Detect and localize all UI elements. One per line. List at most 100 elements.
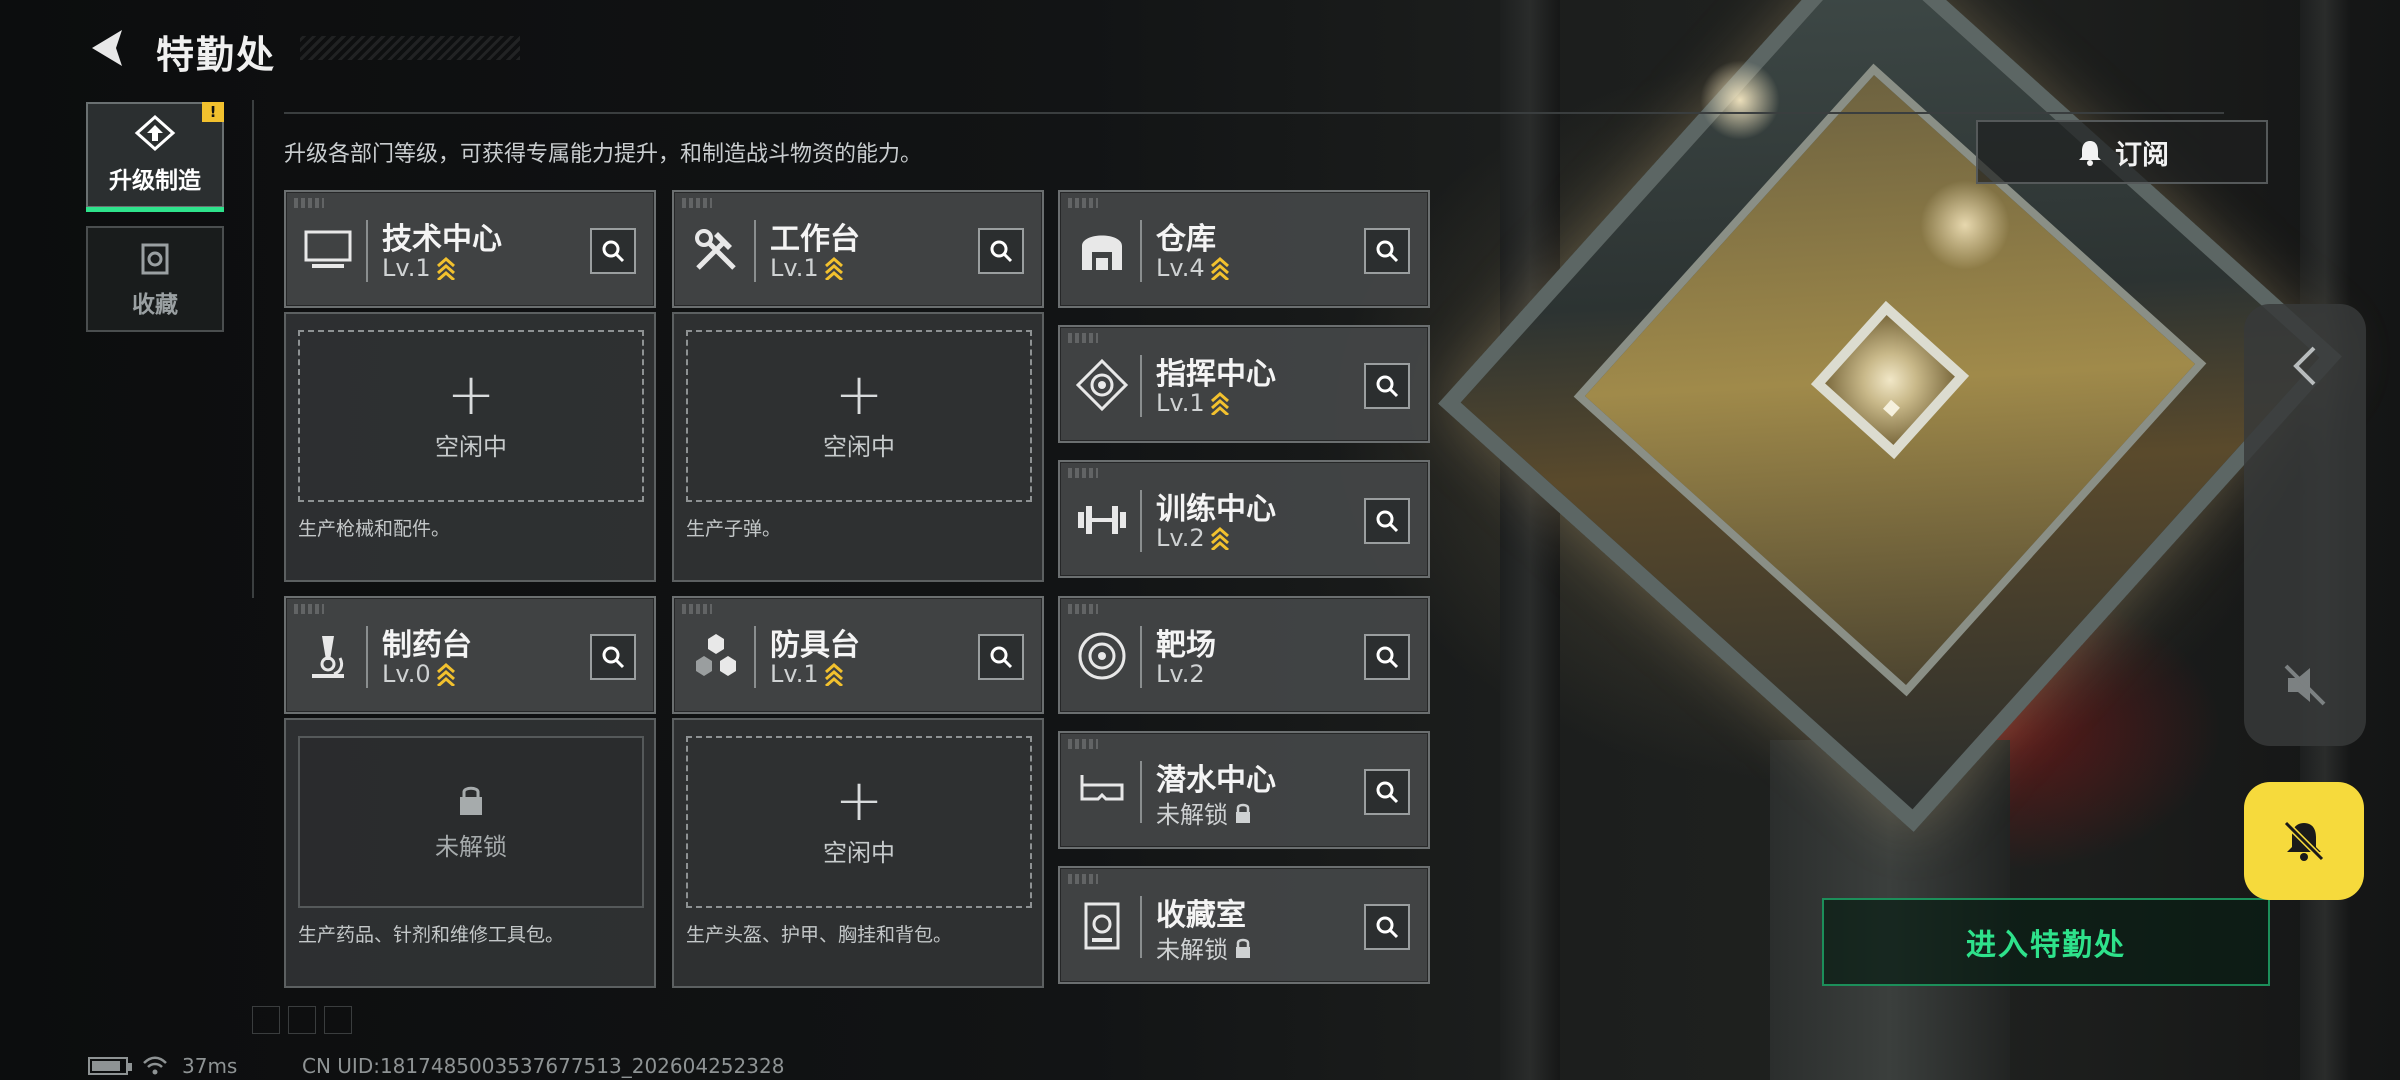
- upgrade-chevrons-icon: [1210, 527, 1229, 550]
- collection-icon: [141, 243, 169, 275]
- alert-badge: !: [202, 102, 224, 122]
- battery-icon: [88, 1057, 132, 1075]
- production-panel: + 空闲中 生产头盔、护甲、胸挂和背包。: [672, 718, 1044, 988]
- department-name: 指挥中心: [1156, 357, 1276, 392]
- tab-upgrade-craft[interactable]: 升级制造 !: [86, 102, 224, 212]
- search-icon: [990, 240, 1013, 263]
- search-button[interactable]: [1364, 769, 1410, 815]
- department-level: Lv.1: [382, 254, 455, 282]
- diving-mask-icon: [1080, 775, 1124, 801]
- search-icon: [1376, 916, 1399, 939]
- lock-icon: [1236, 803, 1250, 823]
- lock-icon: [1236, 938, 1250, 958]
- department-card-workbench[interactable]: 工作台 Lv.1: [672, 190, 1044, 308]
- department-card-armor-bench[interactable]: 防具台 Lv.1: [672, 596, 1044, 714]
- search-button[interactable]: [1364, 634, 1410, 680]
- department-level: Lv.4: [1156, 254, 1229, 282]
- department-level: Lv.0: [382, 660, 455, 688]
- upgrade-chevrons-icon: [1210, 392, 1229, 415]
- search-button[interactable]: [590, 228, 636, 274]
- search-icon: [602, 646, 625, 669]
- wifi-icon: [143, 1056, 167, 1075]
- search-button[interactable]: [1364, 228, 1410, 274]
- mute-icon[interactable]: [2280, 660, 2330, 710]
- background-pillar: [1500, 0, 1560, 1080]
- search-button[interactable]: [1364, 904, 1410, 950]
- department-card-shooting-range[interactable]: 靶场 Lv.2: [1058, 596, 1430, 714]
- department-name: 制药台: [382, 628, 472, 663]
- production-slot[interactable]: + 空闲中: [686, 736, 1032, 908]
- slot-status: 未解锁: [435, 832, 507, 861]
- command-icon: [1075, 358, 1129, 412]
- notification-toggle-button[interactable]: [2244, 782, 2364, 900]
- search-button[interactable]: [978, 634, 1024, 680]
- search-button[interactable]: [1364, 363, 1410, 409]
- search-icon: [1376, 240, 1399, 263]
- tools-icon: [695, 229, 736, 270]
- upgrade-icon: [134, 115, 176, 152]
- subscribe-label: 订阅: [2115, 139, 2169, 171]
- production-slot[interactable]: + 空闲中: [686, 330, 1032, 502]
- department-level: 未解锁: [1156, 795, 1252, 830]
- search-button[interactable]: [978, 228, 1024, 274]
- department-name: 潜水中心: [1156, 763, 1276, 798]
- production-slot-locked[interactable]: 未解锁: [298, 736, 644, 908]
- department-name: 靶场: [1156, 628, 1216, 663]
- production-panel: + 空闲中 生产子弹。: [672, 312, 1044, 582]
- department-card-collection-room[interactable]: 收藏室 未解锁: [1058, 866, 1430, 984]
- slot-status: 空闲中: [823, 432, 895, 461]
- department-card-warehouse[interactable]: 仓库 Lv.4: [1058, 190, 1430, 308]
- computer-icon: [304, 230, 352, 268]
- production-description: 生产药品、针剂和维修工具包。: [298, 924, 565, 946]
- department-card-training-center[interactable]: 训练中心 Lv.2: [1058, 460, 1430, 578]
- collection-room-icon: [1084, 902, 1120, 950]
- production-panel: 未解锁 生产药品、针剂和维修工具包。: [284, 718, 656, 988]
- department-level: 未解锁: [1156, 930, 1252, 965]
- upgrade-chevrons-icon: [1210, 257, 1229, 280]
- department-card-diving-center[interactable]: 潜水中心 未解锁: [1058, 731, 1430, 849]
- footer-decoration: [252, 1006, 352, 1034]
- department-name: 收藏室: [1156, 898, 1246, 933]
- production-description: 生产子弹。: [686, 518, 782, 540]
- production-slot[interactable]: + 空闲中: [298, 330, 644, 502]
- upgrade-chevrons-icon: [436, 663, 455, 686]
- warehouse-icon: [1082, 235, 1122, 270]
- department-level: Lv.1: [770, 660, 843, 688]
- search-button[interactable]: [1364, 498, 1410, 544]
- divider: [284, 112, 2224, 114]
- department-card-command-center[interactable]: 指挥中心 Lv.1: [1058, 325, 1430, 443]
- lock-icon: [460, 786, 482, 815]
- section-description: 升级各部门等级，可获得专属能力提升，和制造战斗物资的能力。: [284, 142, 923, 167]
- search-icon: [602, 240, 625, 263]
- microscope-icon: [312, 636, 344, 678]
- back-button[interactable]: [86, 26, 130, 70]
- dumbbell-icon: [1078, 506, 1126, 534]
- add-icon: +: [446, 359, 496, 428]
- add-icon: +: [834, 359, 884, 428]
- department-level: Lv.1: [1156, 389, 1229, 417]
- slot-status: 空闲中: [823, 838, 895, 867]
- user-uid: CN UID:1817485003537677513_202604252328: [302, 1054, 785, 1078]
- chevron-left-icon[interactable]: [2290, 344, 2320, 388]
- back-arrow-icon: [92, 30, 122, 66]
- department-card-tech-center[interactable]: 技术中心 Lv.1: [284, 190, 656, 308]
- target-icon: [1078, 632, 1126, 680]
- search-button[interactable]: [590, 634, 636, 680]
- light-glow: [1700, 60, 1780, 140]
- tab-collection[interactable]: 收藏: [86, 226, 224, 332]
- subscribe-button[interactable]: 订阅: [1976, 120, 2268, 184]
- production-panel: + 空闲中 生产枪械和配件。: [284, 312, 656, 582]
- search-icon: [1376, 646, 1399, 669]
- department-name: 技术中心: [382, 222, 502, 257]
- bell-off-icon: [2283, 820, 2325, 862]
- department-card-pharmacy[interactable]: 制药台 Lv.0: [284, 596, 656, 714]
- search-icon: [1376, 375, 1399, 398]
- ping-value: 37ms: [182, 1054, 238, 1078]
- department-name: 防具台: [770, 628, 860, 663]
- title-decoration: [300, 36, 520, 60]
- tab-label: 升级制造: [109, 168, 201, 194]
- enter-special-ops-button[interactable]: 进入特勤处: [1822, 898, 2270, 986]
- department-name: 仓库: [1156, 222, 1216, 257]
- department-level: Lv.2: [1156, 660, 1205, 688]
- slot-status: 空闲中: [435, 432, 507, 461]
